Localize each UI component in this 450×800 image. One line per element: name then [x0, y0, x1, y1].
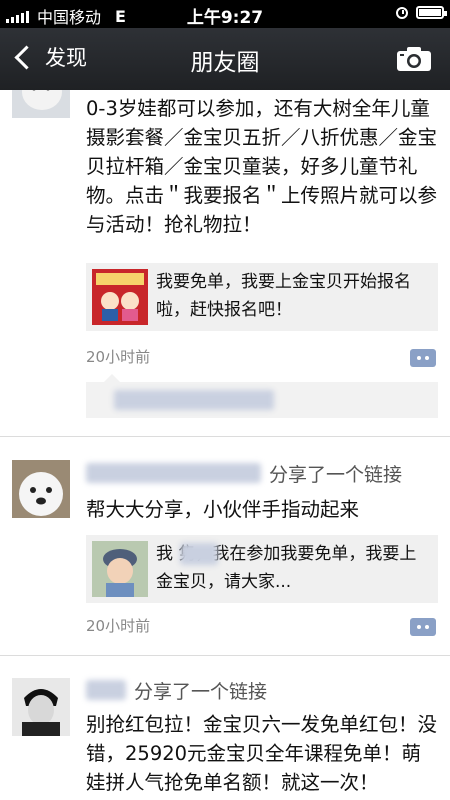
status-right: [396, 6, 447, 19]
battery-icon: [416, 6, 447, 19]
moments-feed[interactable]: 0-3岁娃都可以参加，还有大树全年儿童摄影套餐／金宝贝五折／八折优惠／金宝贝拉杆…: [0, 90, 450, 800]
post-timestamp: 20小时前: [86, 348, 151, 366]
post-header: 分享了一个链接: [86, 675, 438, 705]
blurred-name: [180, 543, 218, 565]
comments-area: [86, 374, 438, 418]
status-bar: 中国移动 E 上午9:27: [0, 0, 450, 28]
nav-bar: 发现 朋友圈: [0, 28, 450, 90]
clock-icon: [396, 6, 408, 19]
blurred-username[interactable]: [86, 463, 261, 483]
share-label: 分享了一个链接: [134, 680, 268, 703]
post-timestamp: 20小时前: [86, 617, 151, 635]
page-title: 朋友圈: [190, 50, 260, 76]
post-content: 分享了一个链接 帮大大分享，小伙伴手指动起来 我 隽，我在参加我要免单，我要上金…: [86, 458, 438, 636]
avatar[interactable]: [12, 90, 70, 118]
avatar[interactable]: [12, 678, 70, 736]
divider: [0, 436, 450, 437]
status-time: 上午9:27: [186, 8, 264, 28]
blurred-commenter: [114, 390, 274, 410]
link-card[interactable]: 我要免单，我要上金宝贝开始报名啦，赶快报名吧！: [86, 263, 438, 331]
post-content: 分享了一个链接 别抢红包拉！金宝贝六一发免单红包！没错，25920元金宝贝全年课…: [86, 675, 438, 797]
camera-icon[interactable]: [396, 46, 432, 72]
comments-pointer: [104, 374, 120, 382]
link-title: 我要免单，我要上金宝贝开始报名啦，赶快报名吧！: [156, 272, 411, 320]
avatar[interactable]: [12, 460, 70, 518]
comment-icon[interactable]: [410, 618, 436, 636]
post-header: 分享了一个链接: [86, 458, 438, 488]
post-content: 0-3岁娃都可以参加，还有大树全年儿童摄影套餐／金宝贝五折／八折优惠／金宝贝拉杆…: [86, 94, 438, 239]
blurred-username[interactable]: [86, 680, 126, 700]
post-text: 0-3岁娃都可以参加，还有大树全年儿童摄影套餐／金宝贝五折／八折优惠／金宝贝拉杆…: [86, 97, 438, 236]
link-card[interactable]: 我 隽，我在参加我要免单，我要上金宝贝，请大家...: [86, 535, 438, 603]
link-thumbnail: [92, 269, 148, 325]
post-text: 帮大大分享，小伙伴手指动起来: [86, 498, 360, 521]
share-label: 分享了一个链接: [269, 463, 403, 486]
post-text: 别抢红包拉！金宝贝六一发免单红包！没错，25920元金宝贝全年课程免单！萌娃拼人…: [86, 713, 438, 794]
divider: [0, 655, 450, 656]
comment-icon[interactable]: [410, 349, 436, 367]
link-thumbnail: [92, 541, 148, 597]
